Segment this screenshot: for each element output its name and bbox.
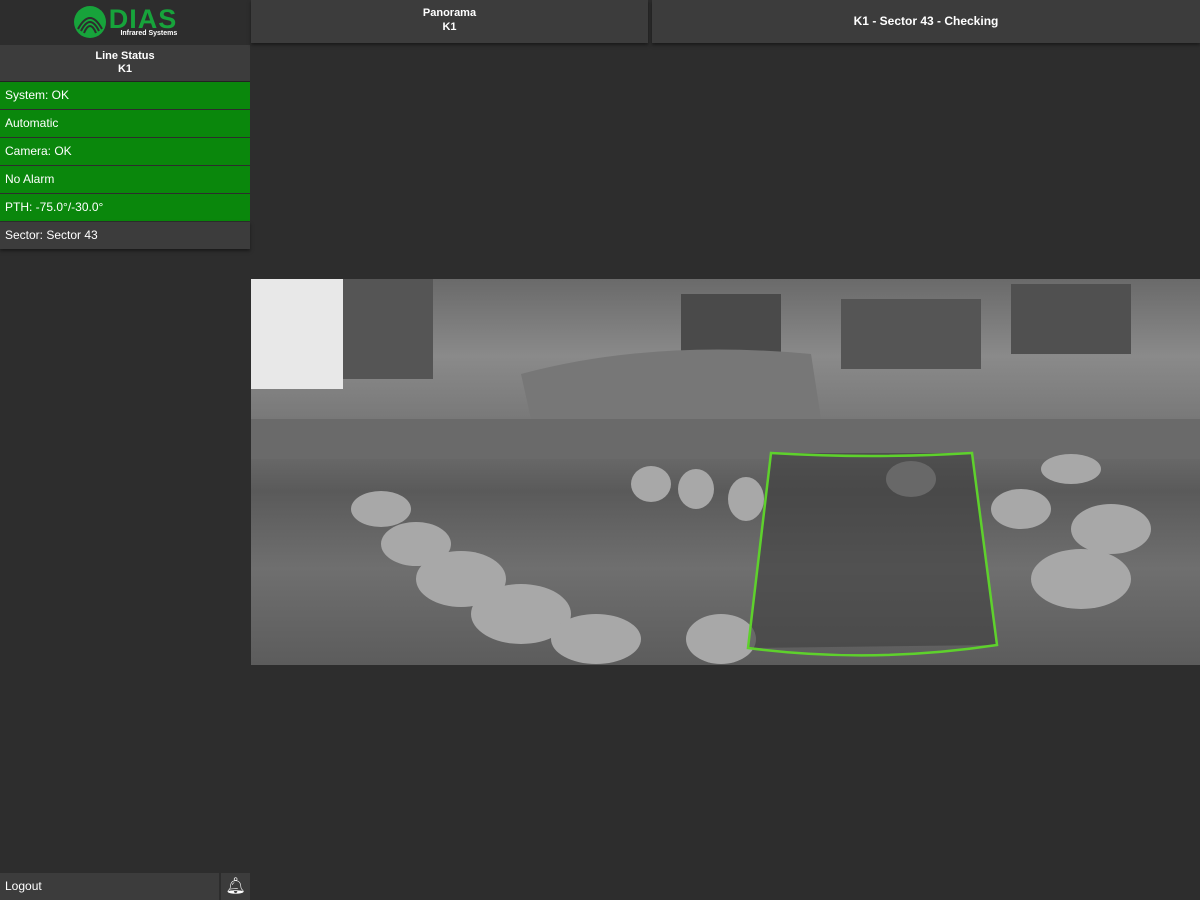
panorama-image[interactable]	[251, 279, 1200, 665]
tab-current-view[interactable]: K1 - Sector 43 - Checking	[652, 0, 1200, 43]
line-status-panel: Line Status K1 System: OK Automatic Came…	[0, 45, 250, 250]
dias-logo: DIAS Infrared Systems	[0, 0, 250, 44]
notifications-button[interactable]: 🔔︎	[221, 873, 250, 900]
dias-logo-icon	[73, 6, 106, 38]
panorama-scene	[251, 279, 1200, 664]
status-alarm: No Alarm	[0, 166, 250, 193]
status-mode: Automatic	[0, 110, 250, 137]
status-system: System: OK	[0, 82, 250, 109]
status-sector: Sector: Sector 43	[0, 222, 250, 249]
status-pth: PTH: -75.0°/-30.0°	[0, 194, 250, 221]
line-status-title: Line Status	[95, 50, 155, 62]
panorama-title: Panorama	[422, 7, 477, 19]
tab-panorama[interactable]: Panorama K1	[251, 0, 648, 43]
line-status-line: K1	[117, 63, 133, 75]
bell-icon: 🔔︎	[225, 878, 246, 895]
panorama-line: K1	[442, 21, 457, 33]
logo-brand: DIAS	[108, 4, 178, 34]
logout-button[interactable]: Logout	[0, 873, 219, 900]
status-camera: Camera: OK	[0, 138, 250, 165]
line-status-header[interactable]: Line Status K1	[0, 45, 250, 82]
